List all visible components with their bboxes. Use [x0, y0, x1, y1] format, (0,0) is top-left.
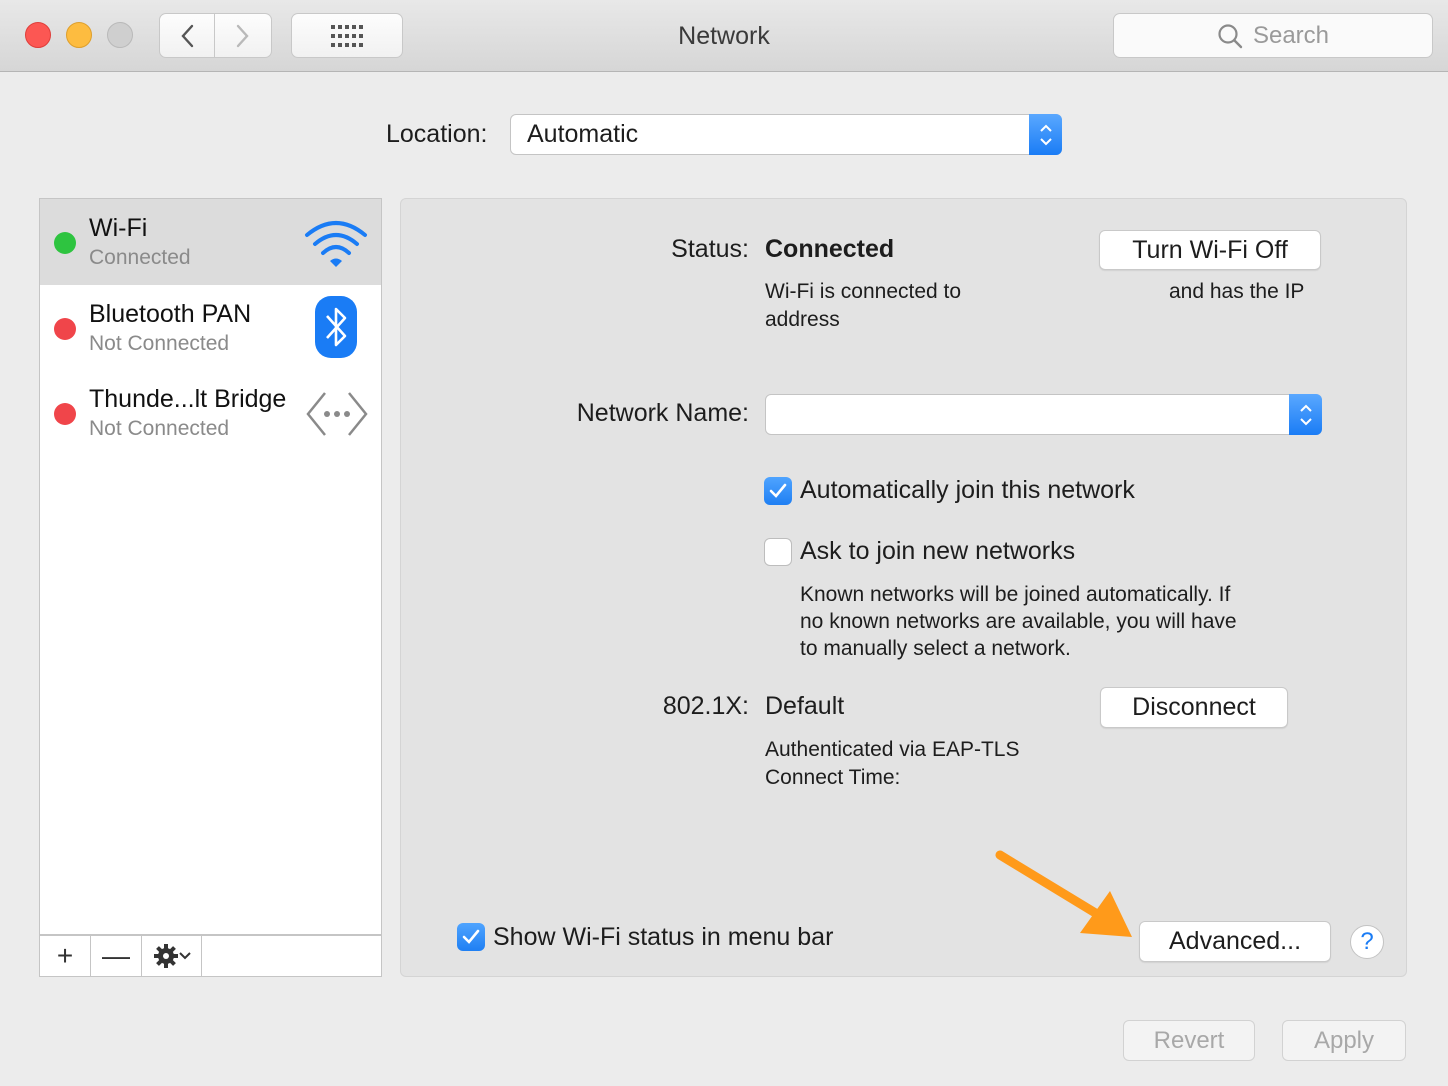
ask-join-checkbox[interactable] [764, 538, 792, 566]
disconnected-indicator [54, 403, 76, 425]
connected-indicator [54, 232, 76, 254]
advanced-button[interactable]: Advanced... [1139, 921, 1331, 962]
dot1x-value: Default [765, 692, 845, 720]
location-select[interactable]: Automatic [510, 114, 1062, 155]
disconnect-button[interactable]: Disconnect [1100, 687, 1288, 728]
service-actions-button[interactable] [142, 936, 202, 976]
service-status: Not Connected [89, 417, 230, 440]
help-button[interactable]: ? [1350, 925, 1384, 959]
auto-join-label: Automatically join this network [800, 476, 1135, 504]
title-bar: Network Search [0, 0, 1448, 72]
show-status-checkbox[interactable] [457, 923, 485, 951]
service-list: Wi-Fi Connected Bluetooth PAN Not Connec… [39, 198, 382, 935]
status-description-address: address [765, 308, 840, 331]
status-label: Status: [671, 235, 749, 263]
connect-time: Connect Time: [765, 766, 901, 789]
revert-button[interactable]: Revert [1123, 1020, 1255, 1061]
disconnected-indicator [54, 318, 76, 340]
wifi-detail-panel: Status: Connected Turn Wi-Fi Off Wi-Fi i… [400, 198, 1407, 977]
service-status: Not Connected [89, 332, 230, 355]
apply-button[interactable]: Apply [1282, 1020, 1406, 1061]
service-list-toolbar: + — [39, 935, 382, 977]
network-name-label: Network Name: [576, 399, 749, 427]
location-value: Automatic [527, 120, 639, 148]
auth-description: Authenticated via EAP-TLS [765, 738, 1020, 761]
auto-join-checkbox[interactable] [764, 477, 792, 505]
service-name: Wi-Fi [89, 214, 148, 242]
location-stepper[interactable] [1029, 114, 1062, 155]
up-down-arrows-icon [1299, 404, 1312, 425]
status-value: Connected [765, 235, 895, 263]
service-status: Connected [89, 246, 191, 269]
search-placeholder: Search [1252, 21, 1330, 49]
checkmark-icon [769, 483, 787, 498]
status-description: Wi-Fi is connected to [765, 280, 962, 303]
service-name: Bluetooth PAN [89, 300, 252, 328]
turn-wifi-off-button[interactable]: Turn Wi-Fi Off [1099, 230, 1321, 270]
bluetooth-icon [315, 296, 357, 358]
search-icon [1218, 23, 1243, 48]
location-label: Location: [386, 120, 488, 148]
network-name-stepper[interactable] [1289, 394, 1322, 435]
search-input[interactable]: Search [1113, 13, 1433, 58]
service-item-thunderbolt-bridge[interactable]: Thunde...lt Bridge Not Connected [40, 371, 381, 457]
ask-join-label: Ask to join new networks [800, 537, 1076, 565]
highlight-arrow-icon [995, 850, 1132, 937]
ask-join-help-line-3: to manually select a network. [800, 637, 1071, 660]
remove-service-button[interactable]: — [91, 936, 142, 976]
service-name: Thunde...lt Bridge [89, 385, 287, 413]
service-item-bluetooth-pan[interactable]: Bluetooth PAN Not Connected [40, 285, 381, 371]
add-service-button[interactable]: + [40, 936, 91, 976]
gear-icon [153, 944, 178, 968]
status-description-ip: and has the IP [1169, 280, 1305, 303]
chevron-down-icon [178, 952, 191, 960]
ask-join-help-line-2: no known networks are available, you wil… [800, 610, 1237, 633]
ask-join-help-line-1: Known networks will be joined automatica… [800, 583, 1231, 606]
show-status-label: Show Wi-Fi status in menu bar [493, 923, 834, 951]
up-down-arrows-icon [1039, 124, 1052, 145]
network-name-select[interactable] [765, 394, 1322, 435]
thunderbolt-bridge-icon [306, 392, 368, 436]
wifi-icon [305, 221, 367, 267]
checkmark-icon [462, 929, 480, 944]
dot1x-label: 802.1X: [662, 692, 749, 720]
service-item-wifi[interactable]: Wi-Fi Connected [40, 199, 381, 285]
